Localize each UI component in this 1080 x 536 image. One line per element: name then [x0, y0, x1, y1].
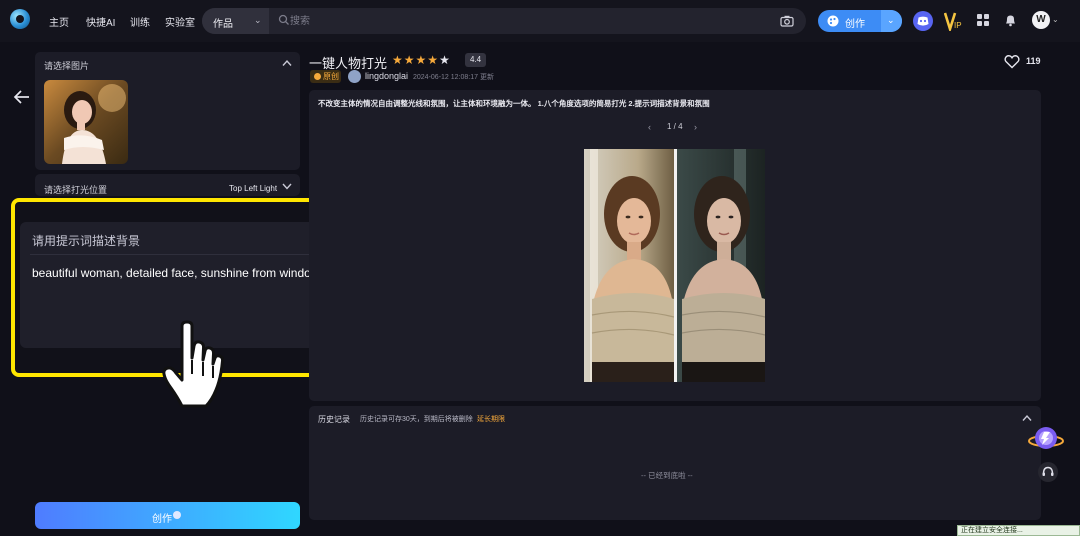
- heart-icon[interactable]: [1004, 54, 1020, 69]
- light-position-select[interactable]: Top Left Light: [229, 184, 277, 193]
- history-note: 历史记录可存30天，到期后将被删除: [360, 416, 473, 423]
- search-category-label: 作品: [213, 19, 233, 30]
- search-bar: 作品 ⌄: [202, 8, 806, 34]
- star-icon: ★: [403, 53, 416, 67]
- update-time: 2024-06-12 12:08:17 更新: [413, 74, 494, 81]
- chevron-up-icon[interactable]: [282, 59, 292, 67]
- chevron-up-icon[interactable]: [1022, 414, 1032, 422]
- chevron-down-icon: ⌄: [254, 15, 262, 25]
- discord-icon[interactable]: [913, 11, 933, 31]
- app-logo-icon[interactable]: [10, 9, 30, 29]
- search-category-dropdown[interactable]: 作品 ⌄: [202, 8, 269, 34]
- author-name[interactable]: lingdonglai: [365, 71, 408, 81]
- camera-icon[interactable]: [780, 14, 794, 28]
- create-submit-button[interactable]: 创作: [35, 502, 300, 529]
- assistant-bot-icon[interactable]: [1027, 423, 1065, 455]
- back-arrow-icon[interactable]: [13, 89, 31, 105]
- author-avatar[interactable]: [348, 70, 361, 83]
- palette-icon: [827, 15, 839, 27]
- nav-item-lab[interactable]: 实验室: [165, 14, 195, 29]
- nav-item-train[interactable]: 训练: [130, 14, 150, 29]
- bell-icon[interactable]: [1004, 13, 1017, 27]
- create-dropdown-toggle[interactable]: ⌄: [881, 10, 902, 32]
- original-badge: 原创: [310, 70, 341, 83]
- chevron-down-icon[interactable]: ⌄: [1052, 15, 1059, 24]
- prompt-section-title: 请用提示词描述背景: [32, 234, 141, 248]
- top-navigation-bar: 主页 快捷AI 训练 实验室 作品 ⌄ 创作 ⌄ IP W ⌄: [0, 0, 1080, 42]
- chevron-right-icon[interactable]: ›: [694, 122, 697, 132]
- history-title: 历史记录: [318, 415, 350, 424]
- nav-item-home[interactable]: 主页: [49, 14, 69, 29]
- grid-icon[interactable]: [977, 14, 989, 26]
- user-avatar[interactable]: W: [1032, 11, 1050, 29]
- selected-image-thumbnail[interactable]: [44, 80, 128, 164]
- vip-badge-icon[interactable]: IP: [944, 11, 966, 31]
- pager-indicator: 1 / 4: [667, 122, 683, 131]
- chevron-left-icon[interactable]: ‹: [648, 122, 651, 132]
- chevron-down-icon[interactable]: [282, 182, 292, 190]
- search-input[interactable]: [290, 12, 770, 30]
- headset-support-icon[interactable]: [1038, 462, 1058, 482]
- prompt-textarea[interactable]: beautiful woman, detailed face, sunshine…: [32, 266, 320, 280]
- chevron-down-icon: ⌄: [887, 15, 895, 25]
- create-submit-label: 创作: [152, 514, 172, 525]
- rating-score: 4.4: [465, 53, 486, 67]
- create-top-button[interactable]: 创作 ⌄: [818, 10, 902, 32]
- credit-icon: [173, 511, 181, 519]
- light-position-label: 请选择打光位置: [44, 185, 108, 195]
- star-icon: ★: [392, 53, 404, 67]
- image-section-title: 请选择图片: [44, 61, 90, 71]
- star-icon: ★: [427, 53, 440, 67]
- star-icon: ★: [439, 53, 451, 67]
- star-icon: ★: [415, 53, 428, 67]
- rating-stars[interactable]: ★★★★★: [392, 53, 451, 67]
- like-count: 119: [1026, 56, 1041, 66]
- nav-item-quick-ai[interactable]: 快捷AI: [86, 14, 115, 29]
- showcase-image[interactable]: [584, 149, 765, 382]
- create-top-label: 创作: [845, 19, 865, 30]
- browser-status-bar: 正在建立安全连接...: [957, 525, 1080, 536]
- search-icon: [278, 14, 289, 25]
- hand-pointer-cursor-icon: [162, 320, 225, 408]
- work-description-panel: 不改变主体的情况自由调整光线和氛围，让主体和环境融为一体。 1.八个角度选项的简…: [309, 90, 1041, 401]
- history-end-text: -- 已经到底啦 --: [641, 471, 693, 480]
- extend-history-link[interactable]: 延长期限: [477, 414, 505, 424]
- work-description: 不改变主体的情况自由调整光线和氛围，让主体和环境融为一体。 1.八个角度选项的简…: [318, 99, 710, 108]
- svg-text:IP: IP: [954, 21, 962, 30]
- history-panel: 历史记录 历史记录可存30天，到期后将被删除 延长期限 -- 已经到底啦 --: [309, 406, 1041, 520]
